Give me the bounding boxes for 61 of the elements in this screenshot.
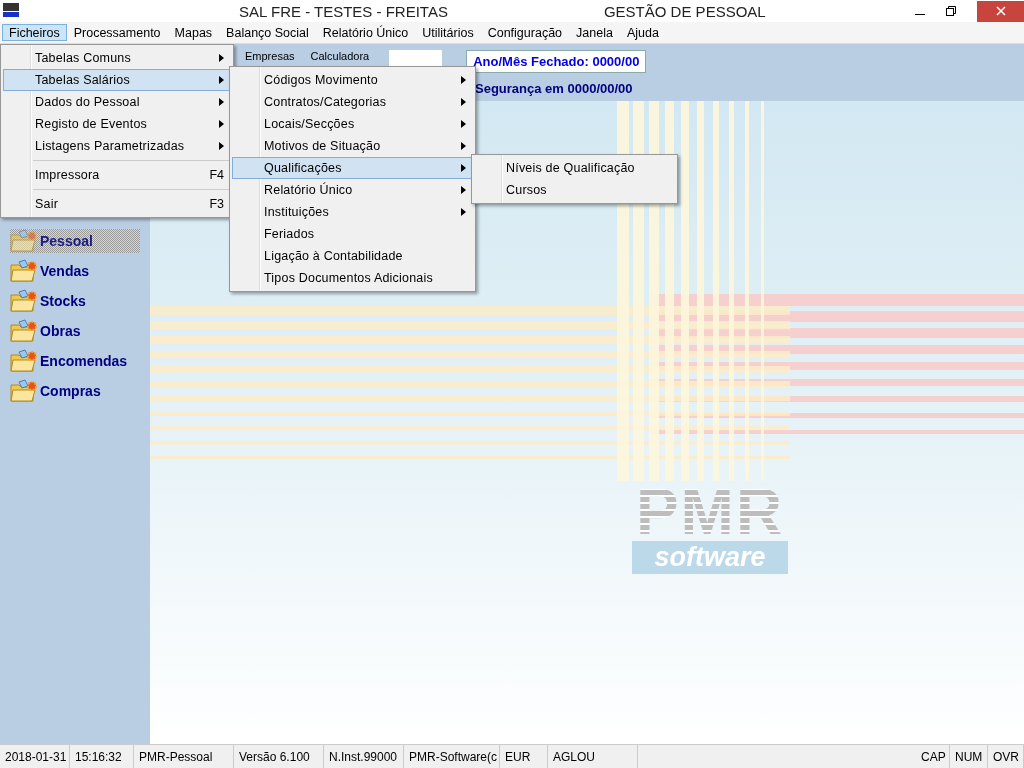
menu-entry[interactable]: Níveis de Qualificação <box>474 157 675 179</box>
menu-entry[interactable]: Impressora F4 <box>3 164 231 186</box>
menu-entry[interactable]: Locais/Secções <box>232 113 473 135</box>
status-cell: EUR <box>500 745 548 768</box>
menu-entry[interactable]: Relatório Único <box>232 179 473 201</box>
sidebar-item[interactable]: Compras <box>10 379 140 403</box>
toolbar-button[interactable]: Empresas <box>245 50 295 62</box>
menu-entry[interactable]: Tabelas Comuns <box>3 47 231 69</box>
status-cell: 2018-01-31 <box>0 745 70 768</box>
menu-entry[interactable]: Sair F3 <box>3 193 231 215</box>
menu-entry[interactable]: Tabelas Salários <box>3 69 231 91</box>
menu-item[interactable]: Mapas <box>167 24 220 41</box>
status-cell: 15:16:32 <box>70 745 134 768</box>
menu-entry[interactable]: Registo de Eventos <box>3 113 231 135</box>
menu-entry[interactable]: Motivos de Situação <box>232 135 473 157</box>
sidebar-item[interactable]: Pessoal <box>10 229 140 253</box>
status-cell: AGLOU <box>548 745 638 768</box>
folder-icon <box>10 379 38 403</box>
menu-item[interactable]: Ficheiros <box>2 24 67 41</box>
restore-icon[interactable] <box>946 6 956 16</box>
toolbar-button[interactable]: Calculadora <box>310 50 370 62</box>
folder-icon <box>10 229 38 253</box>
sidebar-item[interactable]: Vendas <box>10 259 140 283</box>
status-cell: NUM <box>950 745 988 768</box>
menu-entry[interactable]: Contratos/Categorias <box>232 91 473 113</box>
menu-entry[interactable]: Ligação à Contabilidade <box>232 245 473 267</box>
menu-item[interactable]: Utilitários <box>415 24 481 41</box>
sidebar-item[interactable]: Obras <box>10 319 140 343</box>
menu-item[interactable]: Janela <box>569 24 620 41</box>
folder-icon <box>10 289 38 313</box>
menu-item[interactable]: Balanço Social <box>219 24 316 41</box>
menu-entry[interactable]: Listagens Parametrizadas <box>3 135 231 157</box>
closed-period-label: Ano/Mês Fechado: 0000/00 <box>466 50 647 73</box>
menu-entry[interactable]: Dados do Pessoal <box>3 91 231 113</box>
menu-item[interactable]: Ajuda <box>619 24 666 41</box>
security-date-label: Segurança em 0000/00/00 <box>475 81 634 96</box>
menu-entry[interactable]: Tipos Documentos Adicionais <box>232 267 473 289</box>
window-title: SAL FRE - TESTES - FREITAS <box>239 2 448 20</box>
status-cell: Versão 6.100 <box>234 745 324 768</box>
close-icon <box>995 6 1006 16</box>
folder-icon <box>10 319 38 343</box>
folder-icon <box>10 259 38 283</box>
status-cell: PMR-Software(c <box>404 745 500 768</box>
sidebar-item[interactable]: Encomendas <box>10 349 140 373</box>
menu-entry[interactable]: Feriados <box>232 223 473 245</box>
module-title: GESTÃO DE PESSOAL <box>603 2 766 20</box>
status-cell: PMR-Pessoal <box>134 745 234 768</box>
menu-item[interactable]: Processamento <box>66 24 168 41</box>
close-button[interactable] <box>977 0 1024 22</box>
logo-subtitle: software <box>632 541 788 574</box>
status-cell: CAP <box>916 745 950 768</box>
sidebar-item[interactable]: Stocks <box>10 289 140 313</box>
menu-item[interactable]: Configuração <box>480 24 570 41</box>
menu-entry[interactable]: Instituições <box>232 201 473 223</box>
menu-item[interactable]: Relatório Único <box>315 24 416 41</box>
folder-icon <box>10 349 38 373</box>
app-icon <box>3 3 19 17</box>
menu-entry[interactable]: Qualificações <box>232 157 473 179</box>
status-cell: N.Inst.99000 <box>324 745 404 768</box>
menu-entry[interactable]: Cursos <box>474 179 675 201</box>
status-cell: OVR <box>988 745 1024 768</box>
